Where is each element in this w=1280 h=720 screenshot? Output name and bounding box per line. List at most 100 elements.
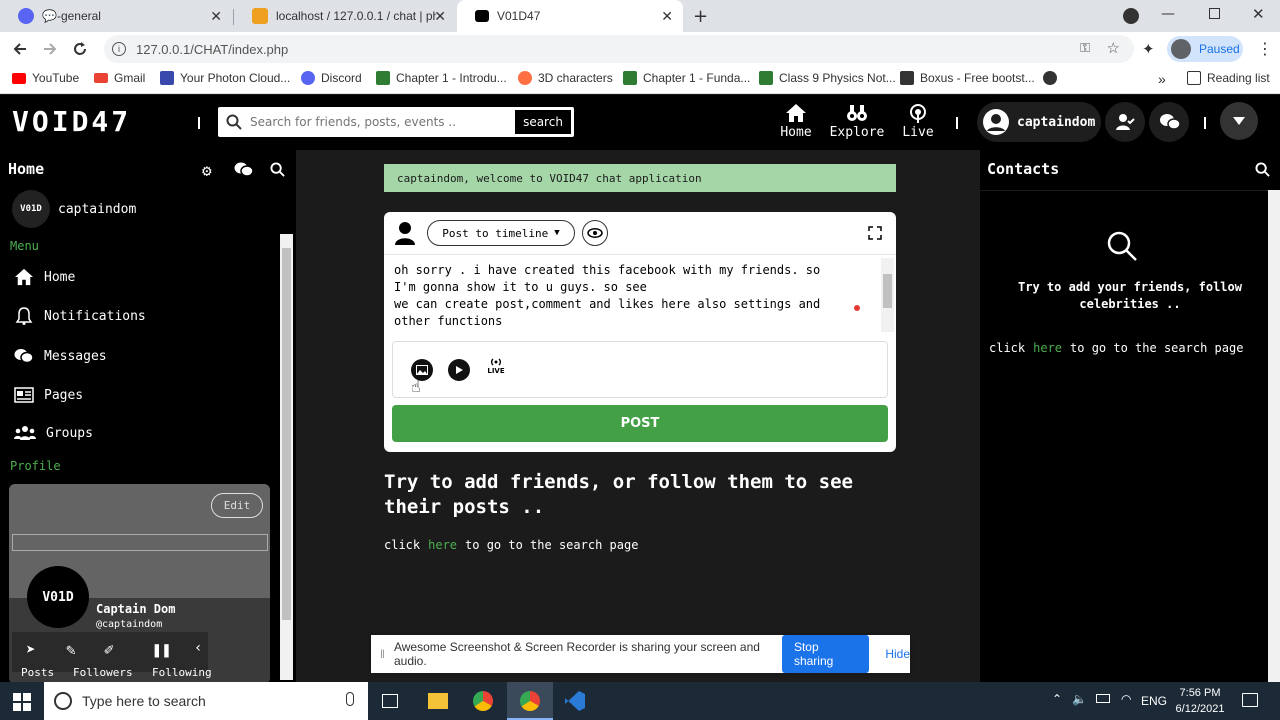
bookmark-star-icon[interactable]: ☆ [1107, 39, 1120, 57]
sidebar-item-groups[interactable]: Groups [14, 425, 93, 441]
go-live-button[interactable]: LIVE [485, 357, 507, 381]
taskbar-active-app[interactable] [507, 682, 553, 720]
drag-handle-icon[interactable]: ‖ [380, 647, 385, 661]
close-tab-icon[interactable]: ✕ [210, 8, 222, 25]
close-window-button[interactable]: ✕ [1252, 5, 1265, 23]
dropdown-button[interactable] [1220, 102, 1258, 140]
extensions-icon[interactable]: ✦ [1142, 40, 1156, 58]
search-page-link[interactable]: here [428, 538, 457, 552]
profile-avatar[interactable]: V01D [27, 566, 89, 628]
more-bookmarks-icon[interactable]: » [1158, 71, 1166, 87]
browser-tab[interactable]: 💬-general ✕ [0, 0, 232, 32]
nav-live[interactable]: Live [900, 103, 936, 140]
bookmark-globe[interactable] [1043, 71, 1057, 85]
profile-stat-following[interactable]: Following [152, 666, 212, 679]
back-arrow-icon[interactable] [12, 41, 28, 57]
language-indicator[interactable]: ENG [1141, 694, 1167, 708]
contacts-scrollbar[interactable] [1268, 190, 1280, 682]
sidebar-item-pages[interactable]: Pages [14, 386, 83, 404]
profile-stat-followers[interactable]: Followers [73, 666, 133, 679]
reading-list-button[interactable]: Reading list [1187, 71, 1270, 85]
tab-search-icon[interactable] [1123, 8, 1139, 24]
gear-icon[interactable]: ⚙ [202, 161, 212, 180]
microphone-icon[interactable] [346, 692, 354, 706]
kebab-menu-icon[interactable]: ⋮ [1257, 39, 1273, 58]
visibility-button[interactable] [582, 220, 608, 246]
user-chip[interactable]: captaindom [977, 102, 1101, 142]
edit-profile-button[interactable]: Edit [211, 493, 263, 518]
collapse-icon[interactable]: ‹ [194, 640, 202, 656]
app-logo[interactable]: VOID47 [12, 107, 131, 137]
divider [980, 190, 1280, 191]
scrollbar-thumb[interactable] [883, 274, 892, 308]
reload-icon[interactable] [72, 41, 88, 57]
post-text-area[interactable]: oh sorry . i have created this facebook … [394, 262, 878, 332]
chat-bubbles-icon[interactable] [234, 161, 254, 178]
minimize-button[interactable]: — [1161, 6, 1175, 22]
tray-chevron-icon[interactable]: ⌃ [1052, 692, 1062, 706]
post-button[interactable]: POST [392, 405, 888, 442]
expand-icon[interactable] [868, 226, 882, 240]
new-tab-button[interactable]: + [693, 6, 708, 27]
add-video-button[interactable] [448, 359, 470, 381]
browser-tab-active[interactable]: V01D47 ✕ [457, 0, 683, 32]
search-button[interactable]: search [514, 109, 572, 135]
windows-start-icon[interactable] [13, 693, 31, 711]
close-tab-icon[interactable]: ✕ [434, 8, 446, 25]
search-icon[interactable] [1255, 162, 1270, 177]
site-info-icon[interactable]: i [112, 42, 126, 56]
clock[interactable]: 7:56 PM 6/12/2021 [1168, 685, 1232, 717]
volume-icon[interactable]: 🔈 [1072, 692, 1087, 706]
search-input[interactable] [250, 115, 530, 129]
taskbar-search[interactable]: Type here to search [44, 682, 368, 720]
key-icon[interactable]: ⚿ [1080, 40, 1090, 56]
search-page-link[interactable]: here [1033, 341, 1062, 355]
nav-explore[interactable]: Explore [828, 103, 886, 140]
bookmark-youtube[interactable]: YouTube [12, 71, 79, 85]
globe-icon [1043, 71, 1057, 85]
chrome-icon[interactable] [473, 691, 493, 711]
brush-icon[interactable]: ✐ [104, 640, 114, 659]
messages-button[interactable] [1149, 102, 1189, 142]
bookmark-photon[interactable]: Your Photon Cloud... [160, 71, 290, 85]
bookmark-chapter1-fund[interactable]: Chapter 1 - Funda... [623, 71, 750, 85]
scrollbar-thumb[interactable] [282, 248, 291, 620]
maximize-button[interactable] [1209, 8, 1220, 19]
bookmark-chapter1[interactable]: Chapter 1 - Introdu... [376, 71, 507, 85]
browser-tab[interactable]: localhost / 127.0.0.1 / chat | php ✕ [234, 0, 456, 32]
bookmark-gmail[interactable]: Gmail [94, 71, 145, 85]
bookmark-physics[interactable]: Class 9 Physics Not... [759, 71, 896, 85]
textarea-scrollbar[interactable] [881, 258, 894, 332]
friend-requests-button[interactable] [1105, 102, 1145, 142]
notification-center-icon[interactable] [1242, 693, 1258, 707]
stop-sharing-button[interactable]: Stop sharing [781, 635, 870, 673]
profile-stat-posts[interactable]: Posts [21, 666, 54, 679]
close-tab-icon[interactable]: ✕ [661, 8, 673, 25]
bookmark-3d[interactable]: 3D characters [518, 71, 613, 85]
sidebar-scrollbar[interactable] [280, 234, 293, 680]
bookmark-discord[interactable]: Discord [301, 71, 362, 85]
search-icon[interactable] [270, 162, 285, 177]
vscode-icon[interactable] [565, 691, 585, 711]
hide-button[interactable]: Hide [885, 647, 910, 661]
pencil-icon[interactable]: ✎ [66, 640, 76, 659]
task-view-icon[interactable] [382, 694, 398, 708]
bookmark-boxus[interactable]: Boxus - Free bootst... [900, 71, 1035, 85]
file-explorer-icon[interactable] [428, 693, 448, 709]
wifi-icon[interactable]: ◠ [1121, 692, 1131, 706]
boxus-icon [900, 71, 914, 85]
profile-button[interactable]: Paused [1167, 36, 1243, 62]
post-target-select[interactable]: Post to timeline ▼ [427, 220, 575, 246]
chat-bubbles-icon [1160, 114, 1181, 130]
sidebar-item-messages[interactable]: Messages [14, 347, 107, 365]
sidebar-item-home[interactable]: Home [14, 268, 75, 286]
pause-icon[interactable]: ❚❚ [152, 640, 171, 659]
bookmark-label: Your Photon Cloud... [180, 71, 291, 85]
forward-arrow-icon[interactable] [42, 41, 58, 57]
photon-icon [160, 71, 174, 85]
nav-home[interactable]: Home [778, 103, 814, 140]
sidebar-item-notifications[interactable]: Notifications [14, 307, 146, 325]
omnibox[interactable]: i 127.0.0.1/CHAT/index.php ⚿ ☆ [104, 35, 1134, 63]
battery-icon[interactable] [1096, 694, 1110, 703]
sidebar-user[interactable]: V01D captaindom [12, 190, 136, 228]
